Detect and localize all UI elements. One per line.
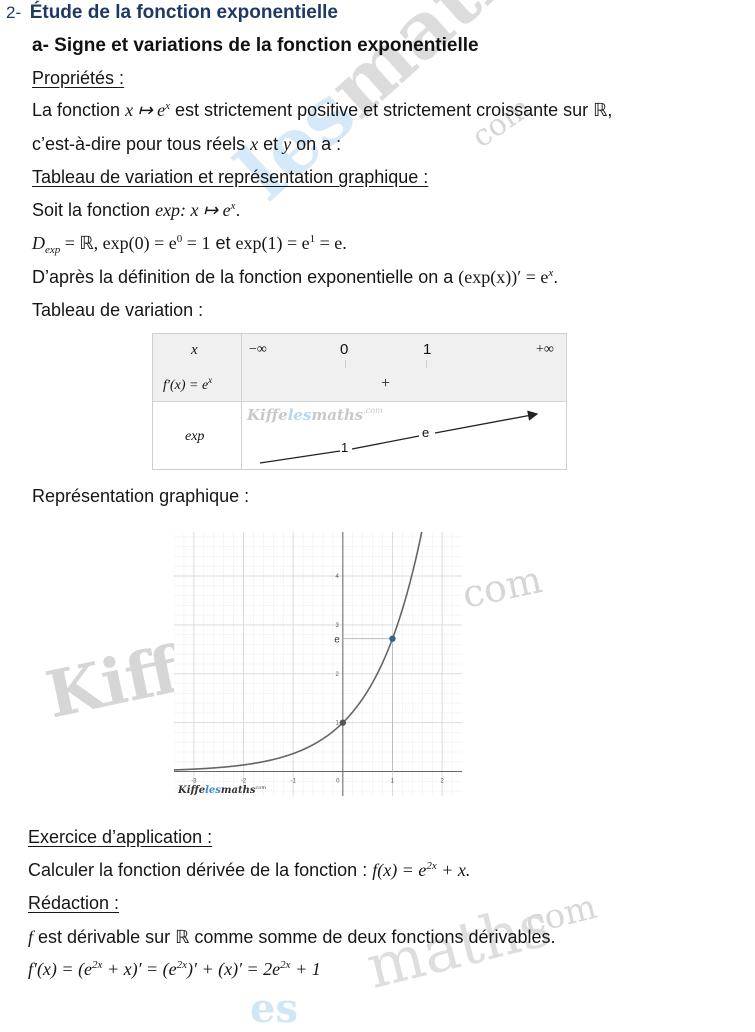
watermark-blue-smudge: es bbox=[250, 985, 298, 1032]
text: est dérivable sur ℝ comme somme de deux … bbox=[33, 927, 556, 947]
properties-line-2: c’est-à-dire pour tous réels x et y on a… bbox=[32, 134, 341, 155]
let-function-line: Soit la fonction exp: x ↦ ex. bbox=[32, 200, 241, 221]
math-sup: 2x bbox=[426, 860, 437, 872]
math-sup: 2x bbox=[176, 959, 188, 971]
watermark-com-mid: com bbox=[458, 557, 546, 617]
math: x bbox=[250, 134, 259, 154]
text: D’après la définition de la fonction exp… bbox=[32, 267, 459, 287]
text: est strictement positive et strictement … bbox=[170, 100, 613, 120]
variation-heading: Tableau de variation et représentation g… bbox=[32, 167, 429, 187]
section-title: Étude de la fonction exponentielle bbox=[29, 2, 338, 23]
text: on a : bbox=[291, 134, 342, 154]
text: . bbox=[235, 200, 241, 220]
x-tick-label: -1 bbox=[291, 779, 297, 785]
text: c’est-à-dire pour tous réels bbox=[32, 134, 251, 154]
math: (exp(x))′ = e bbox=[458, 267, 549, 287]
x-tick-label: -3 bbox=[191, 779, 197, 785]
math: f′(x) = (e bbox=[28, 959, 93, 979]
math: D bbox=[32, 233, 45, 253]
math-sub: exp bbox=[45, 244, 61, 256]
section-number: 2- bbox=[6, 3, 22, 22]
subsection-title: a- Signe et variations de la fonction ex… bbox=[32, 35, 479, 56]
y-label-e: e bbox=[334, 635, 340, 646]
arrow-seg-1 bbox=[259, 450, 341, 464]
math: y bbox=[283, 134, 292, 154]
f-value-e: e bbox=[422, 425, 430, 440]
x-tick-label: -2 bbox=[241, 779, 247, 785]
variation-table: x −∞ 0 1 +∞ f′(x) = ex + exp Kiffelesmat… bbox=[152, 333, 567, 470]
exercise-heading: Exercice d’application : bbox=[28, 827, 213, 847]
math-sup: 2x bbox=[280, 959, 291, 971]
math: )′ + (x)′ = 2e bbox=[187, 959, 281, 979]
graph-watermark: Kiffelesmathscom bbox=[177, 785, 266, 796]
redaction-heading: Rédaction : bbox=[28, 893, 120, 913]
arrow-seg-2 bbox=[351, 435, 420, 450]
text: Calculer la fonction dérivée de la fonct… bbox=[28, 860, 373, 880]
math: exp: x ↦ e bbox=[155, 200, 231, 220]
section-heading: 2- Étude de la fonction exponentielle bbox=[6, 2, 338, 24]
properties-heading: Propriétés : bbox=[32, 68, 125, 88]
math: + x)′ = (e bbox=[102, 959, 177, 979]
math: x ↦ e bbox=[125, 100, 166, 120]
derivative-line: D’après la définition de la fonction exp… bbox=[32, 267, 558, 288]
f-value-1: 1 bbox=[341, 440, 349, 455]
variation-arrow bbox=[259, 410, 539, 464]
math: = ℝ, exp(0) = e bbox=[60, 233, 177, 253]
domain-line: Dexp = ℝ, exp(0) = e0 = 1 et exp(1) = e1… bbox=[32, 233, 347, 256]
math: = e. bbox=[315, 233, 347, 253]
redaction-line-1: f est dérivable sur ℝ comme somme de deu… bbox=[28, 927, 556, 948]
table-label: Tableau de variation : bbox=[32, 300, 204, 320]
text: Soit la fonction bbox=[32, 200, 156, 220]
math: = 1 bbox=[182, 233, 211, 253]
arrow-seg-3 bbox=[434, 410, 539, 434]
exp-graph: -3 -2 -1 0 1 21234eKiffelesmathscom bbox=[174, 532, 462, 796]
text: et bbox=[258, 134, 284, 154]
text: . bbox=[553, 267, 559, 287]
math: + 1 bbox=[290, 959, 321, 979]
text: La fonction bbox=[32, 100, 126, 120]
math: + x. bbox=[436, 860, 471, 880]
math: exp(1) = e bbox=[235, 233, 310, 253]
graph-label: Représentation graphique : bbox=[32, 486, 250, 506]
math-sup: 2x bbox=[92, 959, 103, 971]
redaction-line-2: f′(x) = (e2x + x)′ = (e2x)′ + (x)′ = 2e2… bbox=[28, 959, 321, 980]
point-1 bbox=[389, 635, 396, 642]
exercise-prompt: Calculer la fonction dérivée de la fonct… bbox=[28, 860, 470, 881]
text: et bbox=[210, 233, 236, 253]
point-0 bbox=[339, 719, 347, 726]
properties-line-1: La fonction x ↦ ex est strictement posit… bbox=[32, 100, 612, 121]
math: f(x) = e bbox=[372, 860, 427, 880]
